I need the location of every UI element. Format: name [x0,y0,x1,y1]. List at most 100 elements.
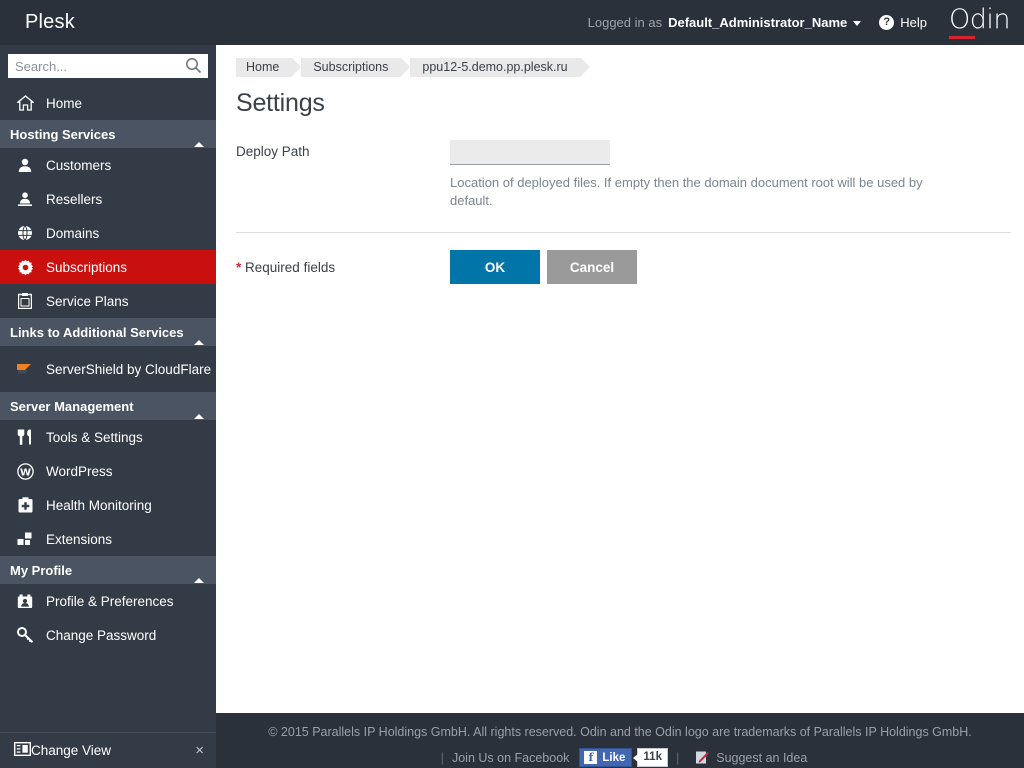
sidebar-item-label: Customers [46,158,111,173]
sidebar-section-title: Hosting Services [10,127,116,142]
breadcrumb-item-subscriptions[interactable]: Subscriptions [301,58,401,77]
deploy-path-hint: Location of deployed files. If empty the… [450,174,942,210]
chevron-up-icon [194,563,204,578]
breadcrumb-item-domain[interactable]: ppu12-5.demo.pp.plesk.ru [410,58,580,77]
key-icon [14,625,36,645]
change-view-button[interactable]: Change View × [0,733,216,768]
change-view-label: Change View [31,743,111,758]
sidebar-item-domains[interactable]: Domains [0,216,216,250]
sidebar-search-wrap [0,45,216,86]
divider-pipe: | [676,751,679,765]
suggest-idea-link[interactable]: Suggest an Idea [695,750,807,765]
facebook-like-widget[interactable]: f Like 11k [579,748,668,767]
form-actions: * Required fields OK Cancel [236,250,1024,284]
sidebar-item-service-plans[interactable]: Service Plans [0,284,216,318]
wordpress-icon: W [14,461,36,481]
user-icon [14,155,36,175]
chevron-up-icon [194,127,204,142]
sidebar-item-label: Extensions [46,532,112,547]
sidebar-item-label: Subscriptions [46,260,127,275]
sidebar-section-links-to-additional-services[interactable]: Links to Additional Services [0,318,216,346]
odin-logo: Odin [949,5,1010,39]
sidebar-item-extensions[interactable]: Extensions [0,522,216,556]
ok-button[interactable]: OK [450,250,540,284]
settings-form: Deploy Path Location of deployed files. … [236,140,1011,210]
tools-icon [14,427,36,447]
search-box[interactable] [8,54,208,78]
sidebar-item-label: Service Plans [46,294,129,309]
extensions-icon [14,529,36,549]
logged-in-label: Logged in as [588,15,662,30]
deploy-path-label: Deploy Path [236,140,450,159]
clipboard-icon [14,291,36,311]
sidebar-item-label: Tools & Settings [46,430,143,445]
odin-logo-underline [949,36,975,39]
sidebar-section-my-profile[interactable]: My Profile [0,556,216,584]
sidebar-section-server-management[interactable]: Server Management [0,392,216,420]
breadcrumb-item-home[interactable]: Home [236,58,292,77]
pencil-note-icon [695,750,710,765]
sidebar-item-label: ServerShield by CloudFlare [46,362,211,377]
sidebar-item-label: WordPress [46,464,113,479]
suggest-idea-label: Suggest an Idea [716,751,807,765]
required-asterisk: * [236,260,241,275]
chevron-up-icon [194,399,204,414]
form-divider [236,232,1011,233]
svg-text:W: W [19,467,30,478]
divider-pipe: | [441,751,444,765]
required-fields-label: Required fields [245,260,335,275]
chevron-up-icon [194,325,204,340]
question-mark-circle-icon: ? [879,15,894,30]
globe-icon [14,223,36,243]
sidebar-item-customers[interactable]: Customers [0,148,216,182]
cancel-button[interactable]: Cancel [547,250,637,284]
odin-logo-text: Odin [949,5,1010,35]
facebook-like-count: 11k [637,748,668,767]
sidebar-footer: Change View × [0,732,216,768]
deploy-path-row: Deploy Path Location of deployed files. … [236,140,1011,210]
sidebar-item-label: Resellers [46,192,102,207]
sidebar-section-title: Server Management [10,399,134,414]
user-menu-button[interactable]: Default_Administrator_Name [668,15,847,30]
deploy-path-input[interactable] [450,140,610,165]
sidebar-item-profile-and-preferences[interactable]: Profile & Preferences [0,584,216,618]
health-icon [14,495,36,515]
sidebar-item-resellers[interactable]: Resellers [0,182,216,216]
sidebar-section-title: My Profile [10,563,72,578]
close-icon[interactable]: × [195,742,204,759]
copyright-text: © 2015 Parallels IP Holdings GmbH. All r… [216,724,1024,740]
product-brand: Plesk [25,11,75,34]
join-facebook-link[interactable]: Join Us on Facebook [452,751,569,765]
sidebar-item-servershield-by-cloudflare[interactable]: ServerShield by CloudFlare [0,346,216,392]
sidebar-item-wordpress[interactable]: W WordPress [0,454,216,488]
sidebar-item-home[interactable]: Home [0,86,216,120]
sidebar-item-tools-and-settings[interactable]: Tools & Settings [0,420,216,454]
sidebar-item-subscriptions[interactable]: Subscriptions [0,250,216,284]
home-icon [14,93,36,113]
sidebar-item-label: Change Password [46,628,156,643]
search-icon[interactable] [185,57,202,74]
cloudflare-icon [14,359,36,379]
sidebar-item-change-password[interactable]: Change Password [0,618,216,652]
sidebar-item-label: Home [46,96,82,111]
help-link[interactable]: ? Help [879,15,927,30]
facebook-icon: f [584,751,597,764]
page-title: Settings [236,89,1024,118]
facebook-like-button[interactable]: f Like [579,748,632,767]
sidebar-item-health-monitoring[interactable]: Health Monitoring [0,488,216,522]
sidebar-section-hosting-services[interactable]: Hosting Services [0,120,216,148]
profile-icon [14,591,36,611]
required-fields-note: * Required fields [236,260,450,275]
breadcrumb: Home Subscriptions ppu12-5.demo.pp.plesk… [236,58,1024,77]
page-footer: © 2015 Parallels IP Holdings GmbH. All r… [216,713,1024,768]
search-input[interactable] [8,55,208,77]
sidebar-item-label: Domains [46,226,99,241]
help-label: Help [900,15,927,30]
sidebar-item-label: Profile & Preferences [46,594,174,609]
gear-icon [14,257,36,277]
layout-icon [14,742,31,759]
top-bar-right: Logged in as Default_Administrator_Name … [588,0,1010,45]
chevron-down-icon[interactable] [853,21,861,26]
main-content: Home Subscriptions ppu12-5.demo.pp.plesk… [216,45,1024,713]
facebook-like-label: Like [602,752,625,764]
